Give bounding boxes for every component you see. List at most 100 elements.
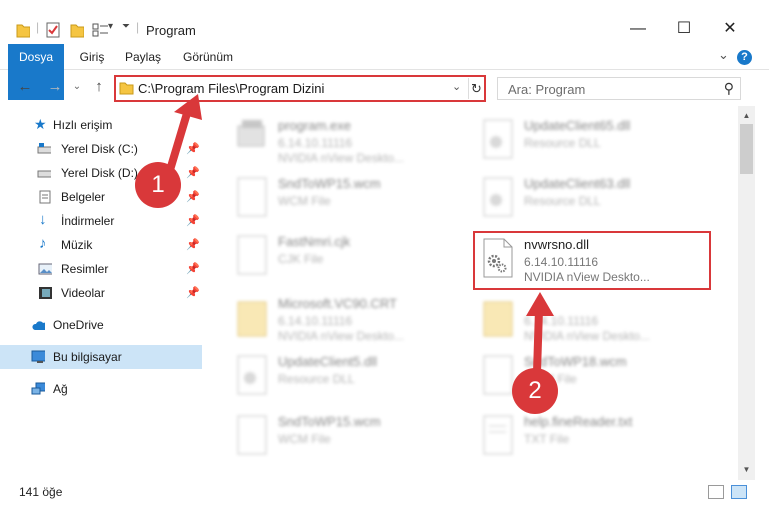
- exe-file-icon: [237, 120, 265, 147]
- pin-icon[interactable]: 📌: [186, 209, 200, 233]
- pin-icon[interactable]: 📌: [186, 233, 200, 257]
- qa-dropdown-icon[interactable]: ▾: [108, 21, 113, 37]
- file-icon: [237, 235, 267, 275]
- ribbon-tabs: Dosya Giriş Paylaş Görünüm ⌄ ?: [0, 44, 769, 100]
- file-detail: Resource DLL: [278, 372, 355, 386]
- up-icon[interactable]: ↑: [90, 78, 108, 96]
- tab-view[interactable]: Görünüm: [178, 44, 238, 70]
- address-dropdown-icon[interactable]: ⌄: [452, 80, 461, 93]
- scroll-thumb[interactable]: [740, 124, 753, 174]
- pin-icon[interactable]: 📌: [186, 161, 200, 185]
- address-path[interactable]: C:\Program Files\Program Dizini: [138, 81, 324, 96]
- file-detail: Resource DLL: [524, 136, 601, 150]
- new-folder-icon[interactable]: [70, 22, 84, 38]
- sidebar-item-downloads[interactable]: ↓ İndirmeler 📌: [0, 209, 202, 233]
- pin-icon[interactable]: 📌: [186, 257, 200, 281]
- sidebar-item-onedrive[interactable]: OneDrive: [0, 313, 202, 337]
- navigation-bar: ← → ⌄ ↑ C:\Program Files\Program Dizini …: [0, 70, 769, 106]
- scroll-up-icon[interactable]: ▲: [738, 108, 755, 124]
- pin-icon[interactable]: 📌: [186, 137, 200, 161]
- file-name: UpdateClient5.dll: [278, 354, 378, 369]
- sidebar-item-quick-access[interactable]: ★ Hızlı erişim: [0, 113, 202, 137]
- pictures-icon: [38, 263, 52, 275]
- large-icons-view-icon[interactable]: [731, 485, 747, 499]
- close-button[interactable]: ✕: [707, 14, 753, 44]
- file-item[interactable]: UpdateClient5.dll Resource DLL: [228, 350, 448, 406]
- expand-ribbon-icon[interactable]: ⌄: [718, 47, 729, 63]
- file-detail: WCM File: [278, 432, 331, 446]
- file-item[interactable]: SndToWP15.wcm WCM File: [228, 410, 448, 466]
- file-detail: 6.14.10.11116: [524, 314, 599, 328]
- file-highlight-box: [473, 231, 711, 290]
- back-icon[interactable]: ←: [16, 78, 34, 96]
- folder-icon[interactable]: [16, 22, 30, 38]
- file-item[interactable]: Microsoft.VC90.CRT 6.14.10.11116 NVIDIA …: [228, 292, 448, 348]
- file-item[interactable]: SndToWP15.wcm WCM File: [228, 172, 448, 228]
- sidebar-item-label: OneDrive: [53, 318, 104, 332]
- file-item[interactable]: SndToWP18.wcm WCM File: [474, 350, 694, 406]
- file-name: UpdateClient63.dll: [524, 176, 631, 191]
- network-icon: [31, 382, 45, 395]
- title-bar: | ▾ ⏷ | Program — ☐ ✕: [0, 0, 769, 44]
- pin-icon[interactable]: 📌: [186, 185, 200, 209]
- sidebar-item-label: Resimler: [61, 262, 109, 276]
- window-title: Program: [146, 23, 196, 38]
- details-view-icon[interactable]: [708, 485, 724, 499]
- sidebar-item-label: Yerel Disk (D:): [61, 166, 138, 180]
- tab-home[interactable]: Giriş: [72, 44, 112, 70]
- recent-locations-icon[interactable]: ⌄: [68, 78, 86, 96]
- file-item[interactable]: help.fineReader.txt TXT File: [474, 410, 694, 466]
- sidebar-item-this-pc[interactable]: Bu bilgisayar: [0, 345, 202, 369]
- help-icon[interactable]: ?: [737, 50, 752, 65]
- address-bar[interactable]: C:\Program Files\Program Dizini ⌄ ↻: [114, 75, 486, 102]
- tab-share[interactable]: Paylaş: [120, 44, 166, 70]
- sidebar-item-music[interactable]: ♪ Müzik 📌: [0, 233, 202, 257]
- sidebar-item-label: İndirmeler: [61, 214, 115, 228]
- folder-icon: [119, 82, 134, 95]
- sidebar-item-network[interactable]: Ağ: [0, 377, 202, 401]
- vertical-scrollbar[interactable]: ▲ ▼: [738, 106, 755, 480]
- file-name: SndToWP15.wcm: [278, 176, 381, 191]
- file-detail: CJK File: [278, 252, 324, 266]
- file-detail: TXT File: [524, 432, 570, 446]
- sidebar-item-label: Belgeler: [61, 190, 106, 204]
- folder-icon: [483, 301, 513, 337]
- file-item[interactable]: 6.14.10.11116 NVIDIA nView Deskto...: [474, 292, 694, 348]
- file-icon: [237, 177, 267, 217]
- file-detail: Resource DLL: [524, 194, 601, 208]
- scroll-down-icon[interactable]: ▼: [738, 462, 755, 478]
- refresh-icon[interactable]: ↻: [468, 78, 484, 99]
- sidebar-item-label: Yerel Disk (C:): [61, 142, 138, 156]
- sidebar-item-local-disk-c[interactable]: Yerel Disk (C:) 📌: [0, 137, 202, 161]
- file-icon: [483, 355, 513, 395]
- file-item[interactable]: FastNmri.cjk CJK File: [228, 230, 448, 286]
- file-item[interactable]: UpdateClient63.dll Resource DLL: [474, 172, 694, 228]
- properties-icon[interactable]: [46, 22, 60, 38]
- step-marker-2: 2: [512, 368, 558, 414]
- status-bar: 141 öğe: [0, 480, 769, 510]
- sidebar-item-pictures[interactable]: Resimler 📌: [0, 257, 202, 281]
- pin-icon[interactable]: 📌: [186, 281, 200, 305]
- file-item[interactable]: UpdateClient65.dll Resource DLL: [474, 114, 694, 170]
- sidebar-item-label: Videolar: [61, 286, 105, 300]
- maximize-button[interactable]: ☐: [661, 14, 707, 44]
- file-name: Microsoft.VC90.CRT: [278, 296, 397, 311]
- search-input[interactable]: Ara: Program ⚲: [497, 77, 741, 100]
- videos-icon: [39, 287, 52, 299]
- file-icon: [237, 415, 267, 455]
- search-icon[interactable]: ⚲: [724, 80, 734, 97]
- star-icon: ★: [34, 116, 47, 132]
- minimize-button[interactable]: —: [615, 14, 661, 44]
- forward-icon[interactable]: →: [46, 78, 64, 96]
- file-name: program.exe: [278, 118, 351, 133]
- file-item[interactable]: program.exe 6.14.10.11116 NVIDIA nView D…: [228, 114, 448, 170]
- separator: |: [136, 20, 140, 34]
- item-count: 141 öğe: [19, 485, 63, 499]
- dll-file-icon: [483, 119, 513, 159]
- customize-toolbar-icon[interactable]: ⏷: [122, 21, 130, 37]
- sidebar-item-videos[interactable]: Videolar 📌: [0, 281, 202, 305]
- search-placeholder: Ara: Program: [508, 82, 586, 97]
- file-detail: NVIDIA nView Deskto...: [278, 151, 404, 165]
- cloud-icon: [32, 321, 45, 330]
- document-icon: [39, 190, 51, 204]
